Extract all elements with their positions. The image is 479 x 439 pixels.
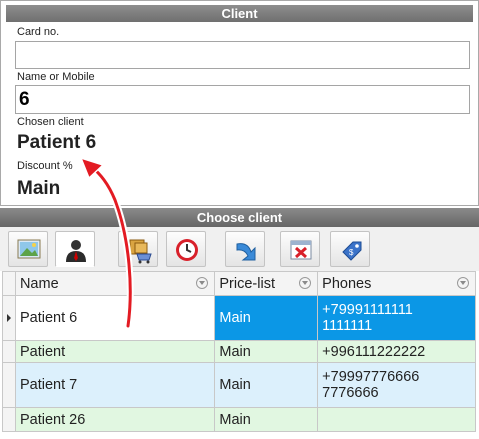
row-indicator-header bbox=[2, 271, 16, 296]
delete-icon bbox=[290, 240, 312, 260]
cell-price-list[interactable]: Main bbox=[214, 407, 319, 432]
table-row[interactable]: Patient 6 Main +79991111111 1111111 bbox=[2, 295, 476, 341]
redo-icon bbox=[236, 243, 256, 261]
cell-phones[interactable]: +996111222222 bbox=[317, 340, 476, 363]
table-row[interactable]: Patient 7 Main +79997776666 7776666 bbox=[2, 362, 476, 408]
toolbar: $ bbox=[0, 227, 479, 271]
client-icon bbox=[66, 240, 86, 262]
column-header-name[interactable]: Name bbox=[14, 271, 216, 296]
current-row-caret-icon bbox=[7, 314, 11, 322]
row-indicator bbox=[2, 340, 16, 363]
cell-phones[interactable]: +79997776666 7776666 bbox=[317, 362, 476, 408]
price-tag-icon: $ bbox=[342, 241, 362, 261]
filter-icon[interactable] bbox=[457, 277, 469, 289]
discount-value: Main bbox=[17, 178, 61, 199]
cell-name[interactable]: Patient 26 bbox=[14, 407, 216, 432]
column-header-phones-label: Phones bbox=[322, 275, 372, 292]
name-or-mobile-input[interactable]: 6 bbox=[15, 85, 470, 114]
delete-button[interactable] bbox=[280, 231, 320, 267]
clients-table: Name Price-list Phones Patient 6 Main +7… bbox=[2, 271, 476, 432]
photo-icon bbox=[17, 239, 41, 259]
card-number-label: Card no. bbox=[17, 26, 60, 38]
photo-button[interactable] bbox=[8, 231, 48, 267]
table-row[interactable]: Patient Main +996111222222 bbox=[2, 340, 476, 363]
choose-client-panel: Choose client $ Name Price-list Phones P… bbox=[0, 206, 479, 439]
card-number-input[interactable] bbox=[15, 41, 470, 69]
cell-phones[interactable] bbox=[317, 407, 476, 432]
discount-label: Discount % bbox=[17, 160, 73, 172]
client-tab-button[interactable] bbox=[55, 231, 95, 267]
cell-name[interactable]: Patient bbox=[14, 340, 216, 363]
svg-text:$: $ bbox=[349, 248, 354, 257]
row-indicator bbox=[2, 407, 16, 432]
redo-button[interactable] bbox=[225, 231, 265, 267]
column-header-phones[interactable]: Phones bbox=[317, 271, 476, 296]
price-tag-button[interactable]: $ bbox=[330, 231, 370, 267]
chosen-client-value: Patient 6 bbox=[17, 132, 97, 153]
phone-line: 7776666 bbox=[322, 385, 379, 401]
cell-phones[interactable]: +79991111111 1111111 bbox=[317, 295, 476, 341]
phone-line: 1111111 bbox=[322, 318, 373, 334]
cell-price-list[interactable]: Main bbox=[214, 362, 319, 408]
table-row[interactable]: Patient 26 Main bbox=[2, 407, 476, 432]
cell-price-list[interactable]: Main bbox=[214, 340, 319, 363]
client-panel-title: Client bbox=[6, 5, 473, 22]
cell-name[interactable]: Patient 7 bbox=[14, 362, 216, 408]
column-header-price-list-label: Price-list bbox=[219, 275, 275, 292]
cell-name[interactable]: Patient 6 bbox=[14, 295, 216, 341]
choose-client-title: Choose client bbox=[0, 208, 479, 227]
phone-line: +79991111111 bbox=[322, 302, 413, 318]
cart-button[interactable] bbox=[118, 231, 158, 267]
name-or-mobile-label: Name or Mobile bbox=[17, 71, 95, 83]
column-header-price-list[interactable]: Price-list bbox=[214, 271, 319, 296]
cart-icon bbox=[129, 239, 152, 264]
phone-line: +996111222222 bbox=[322, 343, 426, 360]
chosen-client-label: Chosen client bbox=[17, 116, 84, 128]
phone-line: +79997776666 bbox=[322, 369, 420, 385]
client-panel: Client Card no. Name or Mobile 6 Chosen … bbox=[0, 0, 479, 206]
clock-icon bbox=[176, 239, 198, 261]
row-indicator bbox=[2, 295, 16, 341]
row-indicator bbox=[2, 362, 16, 408]
column-header-name-label: Name bbox=[19, 275, 59, 292]
history-button[interactable] bbox=[166, 231, 206, 267]
table-header-row: Name Price-list Phones bbox=[2, 271, 476, 296]
filter-icon[interactable] bbox=[299, 277, 312, 289]
cell-price-list[interactable]: Main bbox=[214, 295, 319, 341]
filter-icon[interactable] bbox=[196, 277, 209, 289]
